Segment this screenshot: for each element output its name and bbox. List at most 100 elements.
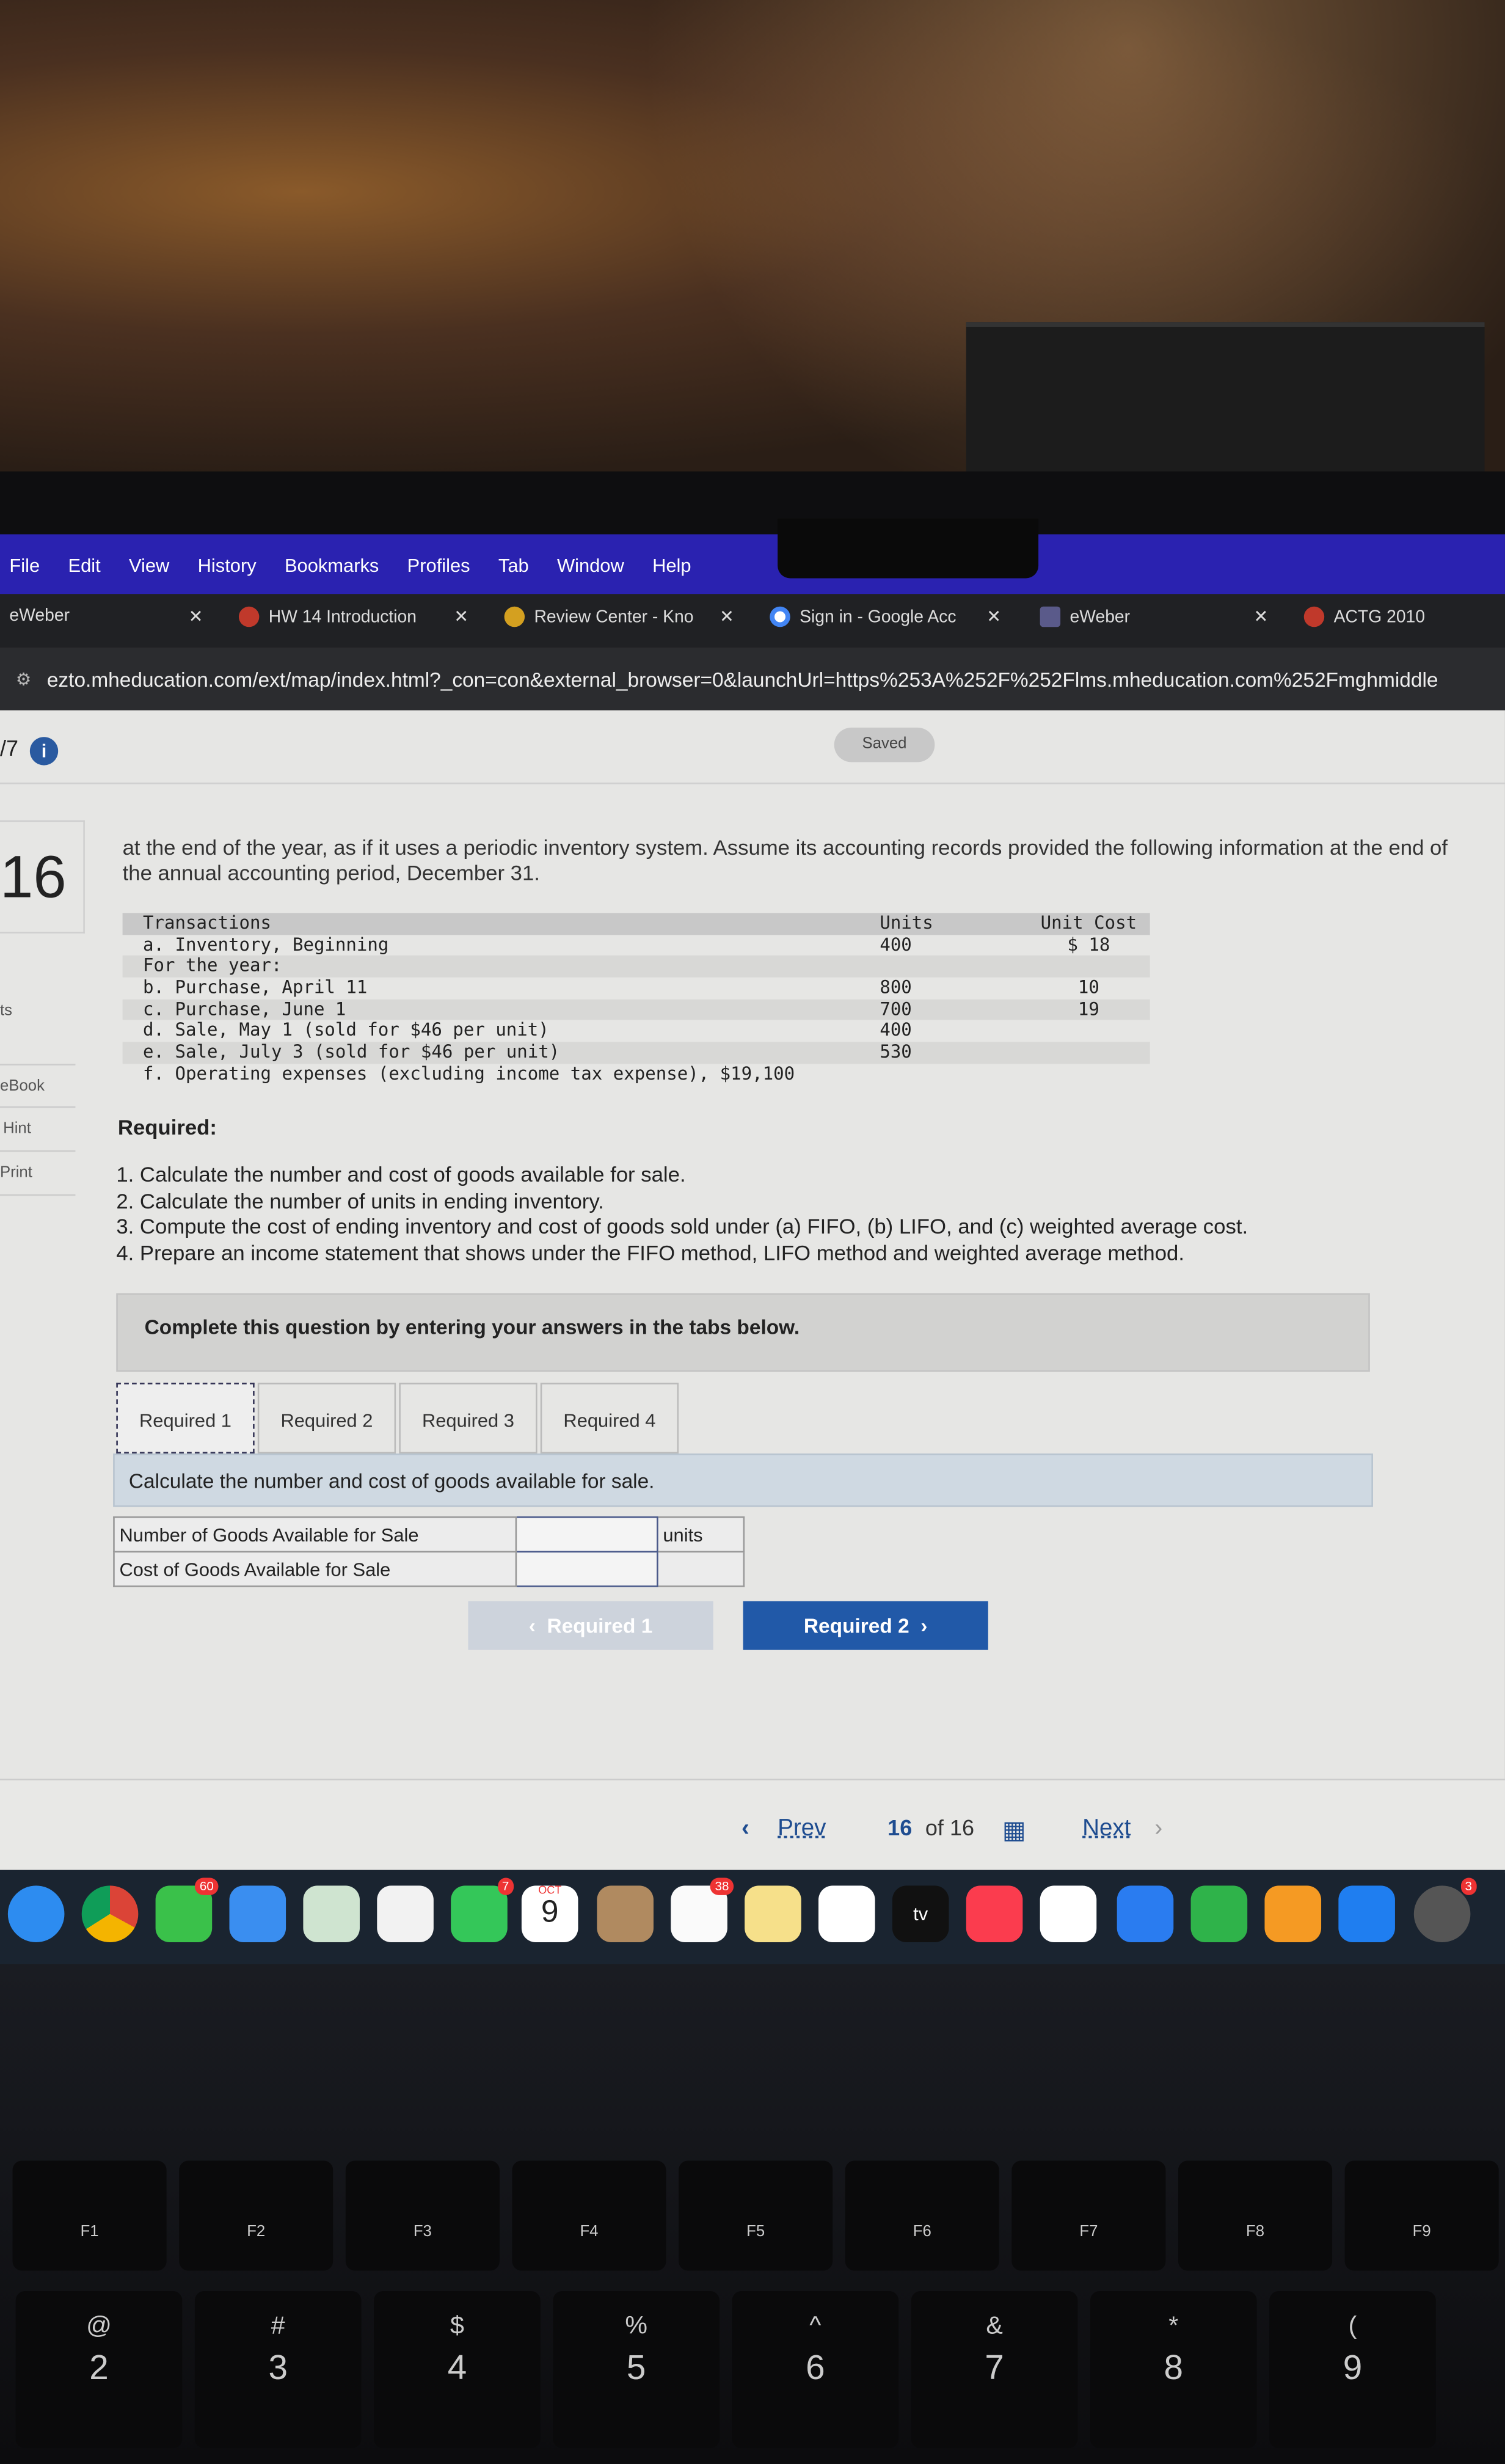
tab-required-2[interactable]: Required 2 — [257, 1383, 396, 1454]
number-key[interactable]: ^ 6 — [732, 2290, 899, 2449]
chevron-right-icon[interactable]: › — [1154, 1815, 1162, 1842]
function-key[interactable]: F4 — [512, 2160, 666, 2271]
mail-icon[interactable] — [229, 1885, 286, 1942]
pages-icon[interactable] — [1264, 1885, 1322, 1942]
answer-table: Number of Goods Available for Sale units … — [113, 1516, 745, 1587]
chevron-left-icon: ‹ — [528, 1614, 547, 1638]
tab-title: Review Center - Kno — [534, 607, 694, 626]
freeform-icon[interactable] — [818, 1885, 875, 1942]
laptop-bezel — [0, 471, 1505, 538]
google-icon — [770, 606, 790, 627]
answer-row: Cost of Goods Available for Sale — [113, 1551, 745, 1587]
function-key[interactable]: F2 — [179, 2160, 333, 2271]
number-key[interactable]: % 5 — [553, 2290, 720, 2449]
close-tab-icon[interactable]: ✕ — [454, 607, 468, 627]
next-question-link[interactable]: Next — [1082, 1815, 1131, 1842]
music-icon[interactable] — [966, 1885, 1023, 1942]
menu-history[interactable]: History — [198, 555, 257, 577]
table-row: a. Inventory, Beginning 400 $ 18 — [143, 934, 1110, 955]
browser-tab[interactable]: eWeber — [1040, 606, 1130, 627]
prev-question-link[interactable]: Prev — [778, 1815, 826, 1842]
apple-tv-icon[interactable]: tv — [892, 1885, 949, 1942]
goods-available-units-input[interactable] — [515, 1516, 658, 1553]
menu-view[interactable]: View — [129, 555, 169, 577]
menu-window[interactable]: Window — [557, 555, 624, 577]
browser-tab[interactable]: Sign in - Google Acc — [770, 606, 957, 627]
notes-icon[interactable] — [745, 1885, 801, 1942]
sidebar-item-ebook[interactable]: eBook — [0, 1064, 76, 1108]
dock: 60 7 OCT 9 38 tv 3 — [0, 1870, 1505, 1964]
menu-edit[interactable]: Edit — [68, 555, 100, 577]
site-settings-icon[interactable]: ⚙ — [16, 668, 31, 689]
close-tab-icon[interactable]: ✕ — [189, 607, 203, 627]
menu-help[interactable]: Help — [652, 555, 691, 577]
menu-file[interactable]: File — [9, 555, 40, 577]
numbers-icon[interactable] — [1190, 1885, 1248, 1942]
function-key[interactable]: F8 — [1178, 2160, 1333, 2271]
close-tab-icon[interactable]: ✕ — [720, 607, 734, 627]
browser-tab[interactable]: eWeber — [9, 607, 70, 626]
sidebar-item-print[interactable]: Print — [0, 1152, 76, 1196]
chrome-icon[interactable] — [81, 1885, 139, 1942]
tab-instruction: Calculate the number and cost of goods a… — [113, 1453, 1373, 1507]
question-nav-footer: ‹ Prev 16 of 16 ▦ Next › — [0, 1779, 1505, 1873]
sidebar-item-hint[interactable]: Hint — [0, 1108, 76, 1152]
sidebar-item-points[interactable]: ts — [0, 990, 75, 1034]
number-key[interactable]: & 7 — [911, 2290, 1078, 2449]
menu-tab[interactable]: Tab — [498, 555, 529, 577]
function-key[interactable]: F6 — [845, 2160, 999, 2271]
menu-bookmarks[interactable]: Bookmarks — [285, 555, 379, 577]
browser-tab[interactable]: HW 14 Introduction — [238, 606, 417, 627]
function-key[interactable]: F1 — [12, 2160, 167, 2271]
browser-tab[interactable]: ACTG 2010 — [1303, 606, 1425, 627]
contacts-icon[interactable] — [597, 1885, 654, 1942]
prev-required-button[interactable]: ‹ Required 1 — [468, 1601, 713, 1650]
browser-tab[interactable]: Review Center - Kno — [504, 606, 694, 627]
calendar-icon[interactable]: OCT 9 — [521, 1885, 578, 1942]
required-item: 1. Calculate the number and cost of good… — [116, 1163, 686, 1186]
maps-icon[interactable] — [303, 1885, 360, 1942]
photos-icon[interactable] — [377, 1885, 434, 1942]
required-tabs: Required 1 Required 2 Required 3 Require… — [116, 1383, 679, 1454]
keynote-icon[interactable] — [1117, 1885, 1174, 1942]
required-item: 3. Compute the cost of ending inventory … — [116, 1215, 1248, 1238]
function-key[interactable]: F9 — [1344, 2160, 1499, 2271]
table-row: b. Purchase, April 11 800 10 — [143, 977, 1099, 998]
info-icon[interactable]: i — [29, 737, 59, 766]
app-store-icon[interactable] — [1338, 1885, 1395, 1942]
camera-notch — [778, 518, 1039, 579]
close-tab-icon[interactable]: ✕ — [986, 607, 1001, 627]
facetime-icon[interactable]: 7 — [451, 1877, 514, 1942]
number-key[interactable]: @2 — [15, 2290, 183, 2449]
row-label: Cost of Goods Available for Sale — [113, 1551, 517, 1587]
number-key[interactable]: #3 — [194, 2290, 362, 2449]
messages-icon[interactable]: 60 — [155, 1877, 219, 1942]
reminders-icon[interactable]: 38 — [671, 1877, 734, 1942]
goods-available-cost-input[interactable] — [515, 1551, 658, 1587]
chevron-left-icon[interactable]: ‹ — [742, 1815, 749, 1842]
tab-required-1[interactable]: Required 1 — [116, 1383, 255, 1454]
number-key[interactable]: (9 — [1269, 2290, 1436, 2449]
system-settings-icon[interactable]: 3 — [1413, 1877, 1477, 1942]
close-tab-icon[interactable]: ✕ — [1253, 607, 1268, 627]
required-heading: Required: — [117, 1116, 217, 1139]
safari-icon[interactable] — [7, 1885, 65, 1942]
saved-status: Saved — [834, 727, 935, 762]
address-bar[interactable]: ⚙ ezto.mheducation.com/ext/map/index.htm… — [0, 647, 1505, 711]
tab-required-3[interactable]: Required 3 — [399, 1383, 538, 1454]
mcgraw-hill-icon — [238, 606, 260, 627]
grid-icon[interactable]: ▦ — [1002, 1815, 1026, 1846]
news-icon[interactable] — [1040, 1885, 1097, 1942]
number-key[interactable]: $4 — [374, 2290, 541, 2449]
table-row: e. Sale, July 3 (sold for $46 per unit) 5… — [122, 1042, 1150, 1064]
function-key[interactable]: F3 — [345, 2160, 500, 2271]
next-required-button[interactable]: Required 2 › — [743, 1601, 988, 1650]
page-total: of 16 — [925, 1815, 975, 1840]
menu-profiles[interactable]: Profiles — [407, 555, 470, 577]
required-item: 2. Calculate the number of units in endi… — [116, 1188, 604, 1213]
function-key[interactable]: F7 — [1011, 2160, 1166, 2271]
tab-required-4[interactable]: Required 4 — [540, 1383, 679, 1454]
function-key[interactable]: F5 — [679, 2160, 833, 2271]
points-text: /7 — [0, 735, 19, 761]
number-key[interactable]: * 8 — [1090, 2290, 1257, 2449]
